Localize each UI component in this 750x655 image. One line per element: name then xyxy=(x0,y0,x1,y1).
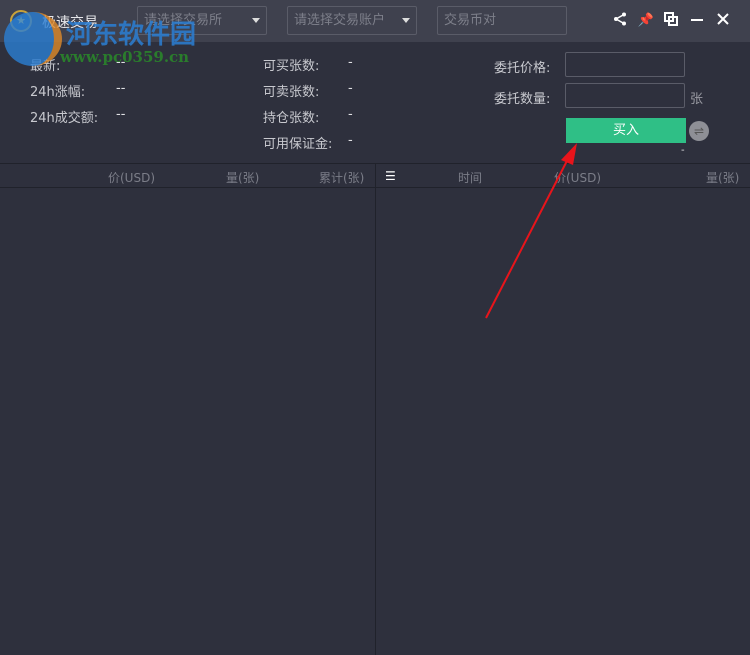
annotation-arrow xyxy=(485,143,577,319)
